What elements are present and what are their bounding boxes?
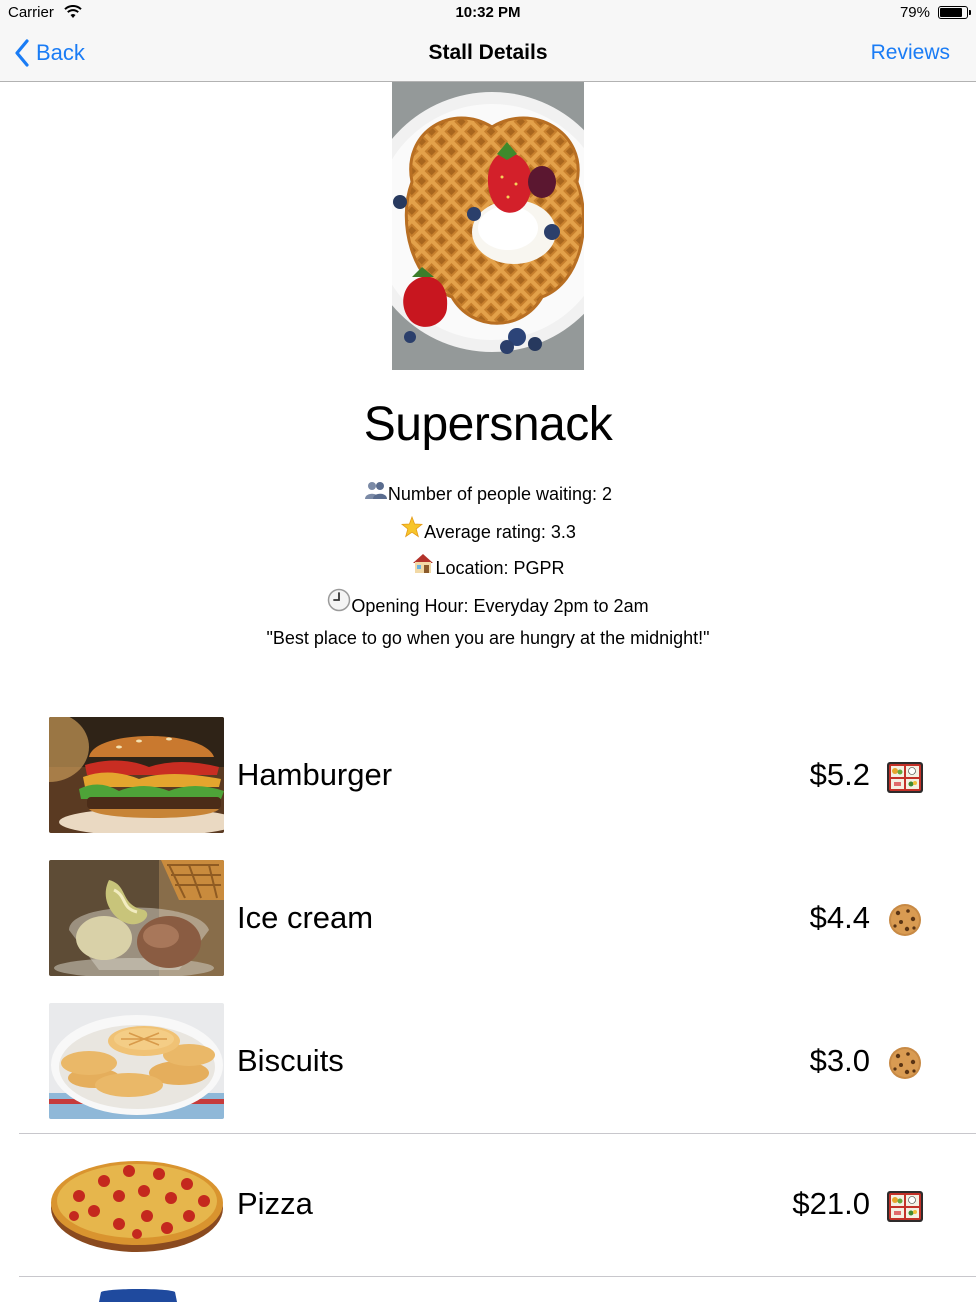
navigation-bar: Back Stall Details Reviews xyxy=(0,26,976,82)
menu-item-price: $4.4 xyxy=(809,900,870,935)
menu-item-biscuits[interactable]: Biscuits $3.0 xyxy=(0,1003,976,1146)
cookie-icon xyxy=(886,902,924,938)
hamburger-photo xyxy=(49,717,224,833)
menu-item-name: Pizza xyxy=(237,1186,313,1221)
waiting-count-line: Number of people waiting: 2 xyxy=(0,480,976,505)
clock-icon xyxy=(327,588,351,617)
menu-item-name: Biscuits xyxy=(237,1043,344,1078)
battery-icon xyxy=(938,6,971,19)
menu-item-hamburger[interactable]: Hamburger $5.2 xyxy=(0,717,976,860)
ice-cream-photo xyxy=(49,860,224,976)
location-line: Location: PGPR xyxy=(0,552,976,579)
stall-details-screen: Carrier 10:32 PM 79% Back Stall Details … xyxy=(0,0,976,1302)
menu-item-partial[interactable] xyxy=(49,1288,224,1302)
menu-item-price: $21.0 xyxy=(792,1186,870,1221)
waiting-count-text: Number of people waiting: 2 xyxy=(387,484,613,504)
stall-name: Supersnack xyxy=(363,398,613,451)
cookie-icon xyxy=(886,1045,924,1081)
reviews-button[interactable]: Reviews xyxy=(871,41,950,65)
page-title: Stall Details xyxy=(428,41,548,64)
opening-hours-line: Opening Hour: Everyday 2pm to 2am xyxy=(0,588,976,617)
stall-photo xyxy=(392,82,584,370)
row-divider xyxy=(19,1276,976,1277)
menu-item-price: $5.2 xyxy=(809,757,870,792)
star-icon xyxy=(400,515,424,543)
menu-item-price: $3.0 xyxy=(809,1043,870,1078)
people-icon xyxy=(364,480,388,505)
status-bar: Carrier 10:32 PM 79% xyxy=(0,0,976,26)
clock-time: 10:32 PM xyxy=(455,4,521,21)
biscuits-photo xyxy=(49,1003,224,1119)
opening-hours-text: Opening Hour: Everyday 2pm to 2am xyxy=(351,596,649,616)
stall-tagline: "Best place to go when you are hungry at… xyxy=(266,628,710,648)
house-icon xyxy=(411,552,435,579)
menu-item-name: Ice cream xyxy=(237,900,374,935)
row-divider xyxy=(19,1133,976,1134)
average-rating-line: Average rating: 3.3 xyxy=(0,515,976,543)
menu-item-name: Hamburger xyxy=(237,757,393,792)
location-text: Location: PGPR xyxy=(435,558,565,578)
battery-percentage: 79% xyxy=(899,4,930,21)
pizza-photo xyxy=(49,1146,224,1262)
menu-item-ice-cream[interactable]: Ice cream $4.4 xyxy=(0,860,976,1003)
bento-box-icon xyxy=(886,759,924,795)
average-rating-text: Average rating: 3.3 xyxy=(424,522,576,542)
bento-box-icon xyxy=(886,1188,924,1224)
menu-item-pizza[interactable]: Pizza $21.0 xyxy=(0,1146,976,1289)
